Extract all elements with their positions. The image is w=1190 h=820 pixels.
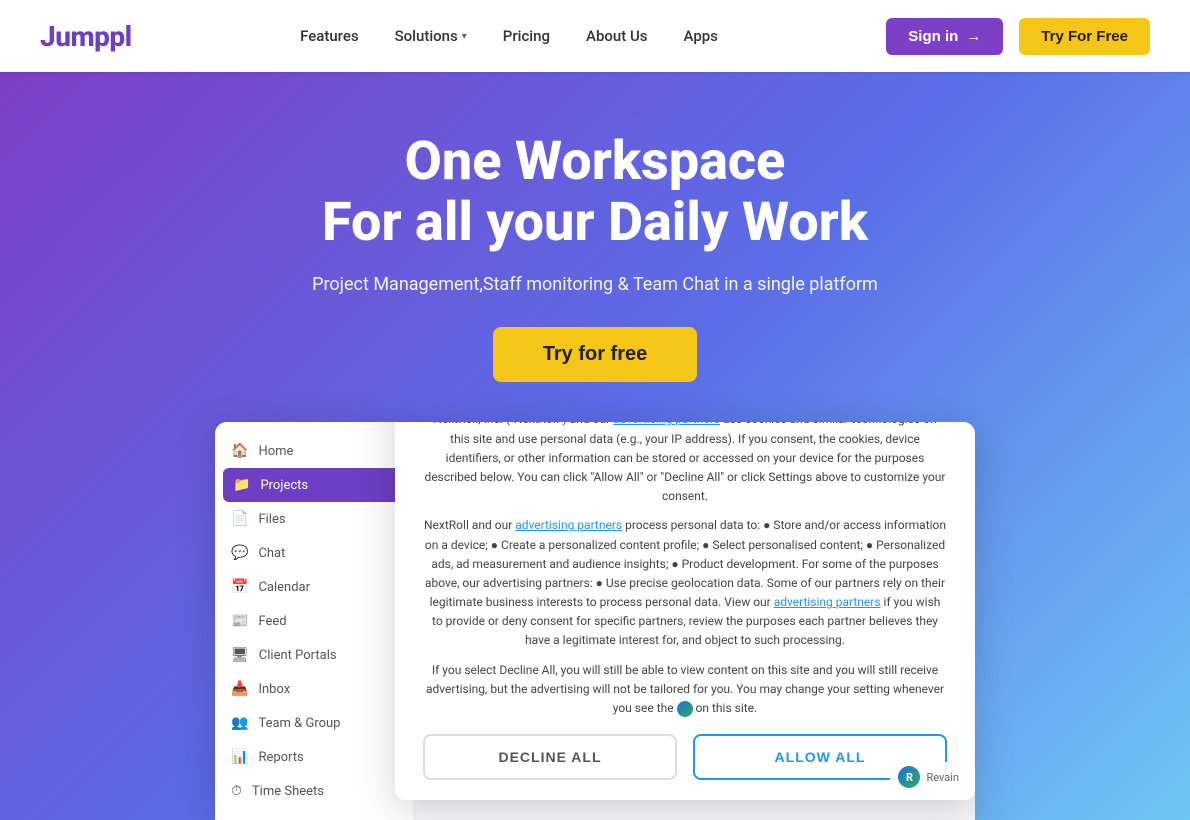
chat-icon: 💬 xyxy=(231,545,248,561)
feed-icon: 📰 xyxy=(231,613,248,629)
sidebar-item-projects[interactable]: 📁 Projects xyxy=(223,468,406,502)
advertising-partners-link-3[interactable]: advertising partners xyxy=(774,595,881,609)
nav-about[interactable]: About Us xyxy=(586,27,648,45)
nav-actions: Sign in → Try For Free xyxy=(886,18,1150,55)
hero-title-line1: One Workspace xyxy=(40,132,1150,191)
revain-badge: R Revain xyxy=(890,762,967,792)
advertising-partners-link-2[interactable]: advertising partners xyxy=(515,518,622,532)
privacy-modal: R We Value Your Privacy SETTINGS NextRol… xyxy=(395,422,975,800)
reports-icon: 📊 xyxy=(231,749,248,765)
app-screenshot: 🏠 Home 📁 Projects 📄 Files 💬 Chat 📅 Calen… xyxy=(215,422,975,820)
logo: Jumppl xyxy=(40,20,132,53)
sidebar-item-timesheets[interactable]: ⏱ Time Sheets xyxy=(215,774,414,808)
home-icon: 🏠 xyxy=(231,443,248,459)
signin-button[interactable]: Sign in → xyxy=(886,18,1003,55)
revain-icon: R xyxy=(898,766,920,788)
nav-solutions[interactable]: Solutions ▾ xyxy=(395,27,467,45)
timesheets-icon: ⏱ xyxy=(231,783,242,799)
privacy-body-3: If you select Decline All, you will stil… xyxy=(423,661,947,719)
chevron-down-icon: ▾ xyxy=(462,31,467,42)
sidebar-item-home[interactable]: 🏠 Home xyxy=(215,434,414,468)
nav-links: Features Solutions ▾ Pricing About Us Ap… xyxy=(300,27,718,45)
sidebar-item-feed[interactable]: 📰 Feed xyxy=(215,604,414,638)
sidebar-item-team[interactable]: 👥 Team & Group xyxy=(215,706,414,740)
privacy-body-2: NextRoll and our advertising partners pr… xyxy=(423,516,947,650)
nav-pricing[interactable]: Pricing xyxy=(503,27,550,45)
projects-icon: 📁 xyxy=(233,477,250,493)
privacy-body-1: NextRoll, Inc. ("NextRoll") and our adve… xyxy=(423,422,947,506)
app-sidebar: 🏠 Home 📁 Projects 📄 Files 💬 Chat 📅 Calen… xyxy=(215,422,415,820)
nav-apps[interactable]: Apps xyxy=(684,27,718,45)
advertising-partners-link-1[interactable]: advertising partners xyxy=(613,422,720,426)
sidebar-item-inbox[interactable]: 📥 Inbox xyxy=(215,672,414,706)
hero-section: One Workspace For all your Daily Work Pr… xyxy=(0,72,1190,820)
sidebar-item-files[interactable]: 📄 Files xyxy=(215,502,414,536)
decline-all-button[interactable]: DECLINE ALL xyxy=(423,734,677,780)
team-icon: 👥 xyxy=(231,715,248,731)
calendar-icon: 📅 xyxy=(231,579,248,595)
sidebar-item-chat[interactable]: 💬 Chat xyxy=(215,536,414,570)
sidebar-item-client-portals[interactable]: 🖥 Client Portals xyxy=(215,638,414,672)
revain-inline-icon xyxy=(677,701,693,717)
files-icon: 📄 xyxy=(231,511,248,527)
navbar: Jumppl Features Solutions ▾ Pricing Abou… xyxy=(0,0,1190,72)
sidebar-item-calendar[interactable]: 📅 Calendar xyxy=(215,570,414,604)
privacy-buttons: DECLINE ALL ALLOW ALL xyxy=(423,734,947,780)
hero-subtitle: Project Management,Staff monitoring & Te… xyxy=(40,274,1150,295)
arrow-right-icon: → xyxy=(966,28,981,45)
tryfree-nav-button[interactable]: Try For Free xyxy=(1019,18,1150,55)
tryfree-hero-button[interactable]: Try for free xyxy=(493,327,697,382)
nav-features[interactable]: Features xyxy=(300,27,358,45)
client-portals-icon: 🖥 xyxy=(231,647,249,663)
revain-label: Revain xyxy=(926,771,959,784)
sidebar-item-reports[interactable]: 📊 Reports xyxy=(215,740,414,774)
inbox-icon: 📥 xyxy=(231,681,248,697)
hero-title-line2: For all your Daily Work xyxy=(40,191,1150,256)
